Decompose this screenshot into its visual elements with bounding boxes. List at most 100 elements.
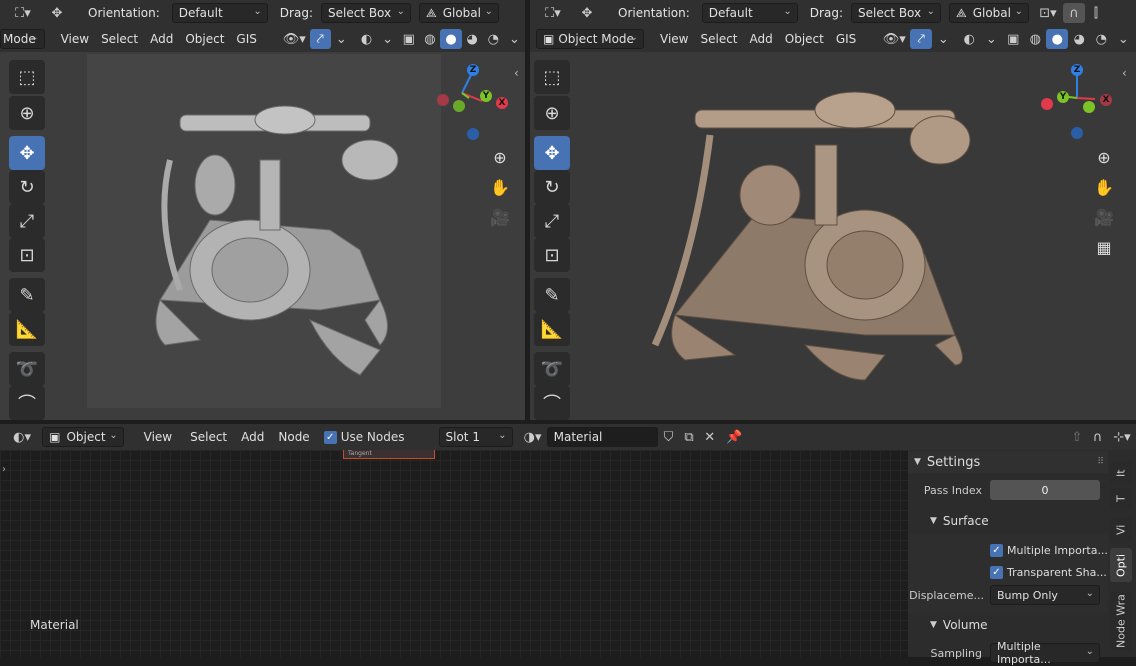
gizmo-neg-z[interactable] [467,128,479,140]
node-menu-select[interactable]: Select [184,427,233,447]
wireframe-shading-icon[interactable]: ◍ [1024,29,1046,49]
shader-type-dropdown[interactable]: ▣ Object ⌄ [42,427,124,447]
camera-view-icon[interactable]: 🎥 [1091,204,1117,230]
transform-orientation-dropdown[interactable]: ⟁ Global ⌄ [418,3,499,23]
select-box-tool-icon[interactable]: ⬚ [534,60,570,94]
gizmo-x-axis[interactable]: X [1100,94,1112,106]
transform-tool-icon[interactable]: ⊡ [9,238,45,272]
visibility-icon[interactable]: 👁▾ [279,29,310,49]
mode-dropdown[interactable]: ▣ Object Mode ⌄ [536,29,644,49]
menu-gis[interactable]: GIS [230,29,262,49]
scale-tool-icon[interactable]: ⤢ [9,204,45,238]
parent-node-tree-icon[interactable]: ⇧ [1067,427,1088,447]
volume-subpanel-header[interactable]: ▼ Volume [908,614,1108,636]
rotate-tool-icon[interactable]: ↻ [534,170,570,204]
tab-item[interactable]: It [1110,462,1132,484]
annotate-tool-icon[interactable]: ✎ [534,278,570,312]
drag-dropdown[interactable]: Select Box ⌄ [320,3,411,23]
sidebar-toggle-icon[interactable]: ‹ [1122,66,1127,80]
menu-add[interactable]: Add [744,29,779,49]
gizmo-neg-x[interactable] [437,94,449,106]
solid-shading-icon[interactable]: ● [1046,29,1069,49]
gizmo-x-axis[interactable]: X [496,97,508,109]
tab-tool[interactable]: T [1110,488,1132,510]
menu-view[interactable]: View [654,29,694,49]
transparent-shadow-row[interactable]: ✓ Transparent Sha... [908,561,1108,583]
curve-tool-icon[interactable]: ⌒ [534,386,570,420]
scale-tool-icon[interactable]: ⤢ [534,204,570,238]
transform-tool-icon[interactable]: ⊡ [534,238,570,272]
gizmo-neg-y[interactable] [1083,101,1095,113]
use-nodes-checkbox[interactable]: ✓ Use Nodes [323,430,405,444]
menu-view[interactable]: View [55,29,95,49]
visibility-icon[interactable]: 👁▾ [878,29,910,49]
tangent-node[interactable]: Tangent [343,450,435,459]
gizmo-z-axis[interactable]: Z [467,64,479,76]
menu-add[interactable]: Add [144,29,179,49]
chevron-down-icon[interactable]: ⌄ [331,29,352,49]
material-browse-icon[interactable]: ◑▾ [519,427,547,447]
rotate-tool-icon[interactable]: ↻ [9,170,45,204]
material-shading-icon[interactable]: ◕ [462,29,483,49]
tab-options[interactable]: Opti [1110,548,1132,582]
annotate-tool-icon[interactable]: ✎ [9,278,45,312]
pan-hand-icon[interactable]: ✋ [487,174,513,200]
camera-view-icon[interactable]: 🎥 [487,204,513,230]
tab-node-wrangler[interactable]: Node Wra [1110,592,1132,650]
transform-orientation-dropdown[interactable]: ⟁ Global ⌄ [948,3,1029,23]
cursor-tool-icon[interactable]: ⊕ [534,96,570,130]
orientation-dropdown[interactable]: Default ⌄ [171,3,268,23]
snap-target-icon[interactable]: ⫿ [1085,3,1107,23]
material-shading-icon[interactable]: ◕ [1068,29,1090,49]
surface-subpanel-header[interactable]: ▼ Surface [908,510,1108,532]
grid-view-icon[interactable]: ▦ [1091,234,1117,260]
chevron-down-icon[interactable]: ⌄ [932,29,954,49]
solid-shading-icon[interactable]: ● [440,29,462,49]
displacement-dropdown[interactable]: Bump Only ⌄ [990,585,1100,605]
menu-select[interactable]: Select [95,29,144,49]
chevron-down-icon[interactable]: ⌄ [504,29,525,49]
lasso-tool-icon[interactable]: ➰ [534,352,570,386]
slot-dropdown[interactable]: Slot 1 ⌄ [438,427,513,447]
gizmo-neg-z[interactable] [1071,127,1083,139]
chevron-down-icon[interactable]: ⌄ [1112,29,1134,49]
rendered-shading-icon[interactable]: ◔ [483,29,504,49]
zoom-icon[interactable]: ⊕ [487,144,513,170]
overlay-icon[interactable]: ◐ [958,29,980,49]
measure-tool-icon[interactable]: 📐 [9,312,45,346]
xray-icon[interactable]: ▣ [1002,29,1024,49]
select-tool-icon[interactable]: ⛶▾ [536,3,570,23]
gizmo-toggle-icon[interactable]: ⤤ [309,29,331,49]
multiple-importance-row[interactable]: ✓ Multiple Importa... [908,539,1108,561]
node-canvas[interactable]: Tangent › Material [0,450,908,657]
node-menu-view[interactable]: View [138,427,178,447]
snap-icon[interactable]: ∩ [1062,3,1085,23]
tab-view[interactable]: Vi [1110,518,1132,542]
duplicate-material-icon[interactable]: ⧉ [679,427,700,447]
drag-dropdown[interactable]: Select Box ⌄ [850,3,941,23]
gizmo-toggle-icon[interactable]: ⤤ [910,29,933,49]
overlay-icon[interactable]: ◐ [356,29,377,49]
settings-panel-header[interactable]: ▼ Settings ⠿ [908,451,1108,473]
sidebar-toggle-icon[interactable]: ‹ [514,66,519,80]
gizmo-neg-y[interactable] [453,100,465,112]
snap-icon[interactable]: ∩ [1087,427,1108,447]
chevron-down-icon[interactable]: ⌄ [377,29,398,49]
gizmo-y-axis[interactable]: Y [480,90,492,102]
rendered-shading-icon[interactable]: ◔ [1090,29,1112,49]
menu-select[interactable]: Select [694,29,743,49]
move-gizmo-icon[interactable]: ✥ [576,3,598,23]
wireframe-shading-icon[interactable]: ◍ [419,29,440,49]
move-tool-icon[interactable]: ✥ [534,136,570,170]
select-box-tool-icon[interactable]: ⬚ [9,60,45,94]
mode-dropdown[interactable]: Mode ⌄ [0,29,45,49]
pivot-point-icon[interactable]: ⊡▾ [1033,3,1063,23]
node-menu-add[interactable]: Add [235,427,270,447]
drag-handle-icon[interactable]: ⠿ [1097,457,1104,467]
menu-gis[interactable]: GIS [830,29,862,49]
xray-icon[interactable]: ▣ [398,29,419,49]
curve-tool-icon[interactable]: ⌒ [9,386,45,420]
pin-icon[interactable]: 📌 [724,427,745,447]
pass-index-field[interactable]: 0 [990,480,1100,500]
orientation-dropdown[interactable]: Default ⌄ [701,3,798,23]
